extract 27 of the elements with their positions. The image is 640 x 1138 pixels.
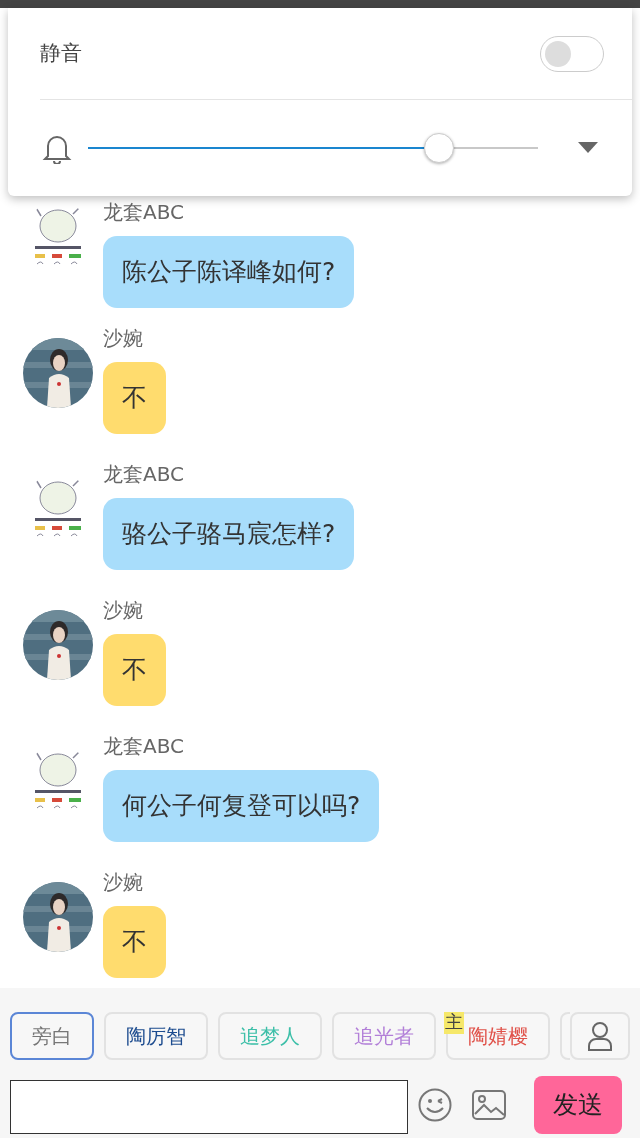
message-bubble: 不 xyxy=(103,362,166,434)
mute-toggle[interactable] xyxy=(540,35,604,72)
sender-name: 龙套ABC xyxy=(103,461,185,488)
message-bubble: 不 xyxy=(103,634,166,706)
character-tab[interactable]: 旁白 xyxy=(10,1012,94,1060)
sender-name: 沙婉 xyxy=(103,325,144,352)
slider-thumb[interactable] xyxy=(424,133,454,163)
character-tab[interactable]: 陶婧樱 主 xyxy=(446,1012,550,1060)
sender-name: 沙婉 xyxy=(103,869,144,896)
sender-name: 龙套ABC xyxy=(103,199,185,226)
message-bubble: 陈公子陈译峰如何? xyxy=(103,236,355,308)
sender-name: 沙婉 xyxy=(103,597,144,624)
mute-label: 静音 xyxy=(40,39,82,67)
message-bubble: 骆公子骆马宸怎样? xyxy=(103,498,355,570)
dropdown-icon[interactable] xyxy=(578,142,598,154)
person-button[interactable] xyxy=(570,1012,630,1060)
character-tab[interactable]: 陶厉智 xyxy=(104,1012,208,1060)
sender-name: 龙套ABC xyxy=(103,733,185,760)
message-input[interactable] xyxy=(10,1080,408,1134)
emoji-icon[interactable] xyxy=(418,1088,452,1122)
lead-badge: 主 xyxy=(444,1012,464,1034)
message-bubble: 何公子何复登可以吗? xyxy=(103,770,380,842)
person-icon xyxy=(587,1021,613,1051)
message-bubble: 不 xyxy=(103,906,166,978)
volume-slider[interactable] xyxy=(88,132,538,164)
image-icon[interactable] xyxy=(472,1090,506,1120)
send-button[interactable]: 发送 xyxy=(534,1076,622,1134)
